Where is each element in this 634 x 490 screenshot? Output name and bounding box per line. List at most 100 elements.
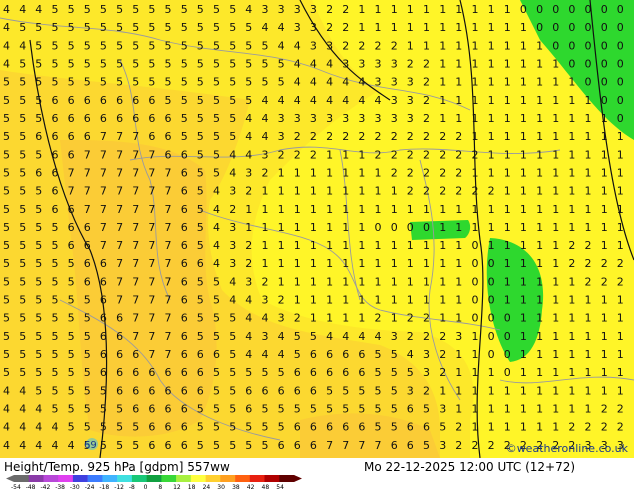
grid-value: 1: [552, 166, 559, 179]
grid-value: 5: [3, 166, 10, 179]
grid-value: 6: [68, 112, 75, 125]
grid-value: 2: [617, 403, 624, 416]
grid-value: 2: [585, 257, 592, 270]
grid-value: 5: [19, 366, 26, 379]
grid-value: 5: [229, 76, 236, 89]
grid-value: 5: [213, 94, 220, 107]
map-canvas: 4 4 4 5 5 5 5 5 5 5 5 5 5 5 5 4 3 3 3 3 2 2 1 1 1 1 1 1 1 1 1 1 0 0 0 0 0 0 04…: [0, 0, 634, 458]
grid-value: 1: [358, 239, 365, 252]
grid-value: 2: [423, 58, 430, 71]
grid-value: 1: [536, 275, 543, 288]
grid-value: 2: [245, 257, 252, 270]
grid-value: 5: [181, 39, 188, 52]
scale-right-arrow-icon: [294, 475, 302, 482]
grid-value: 4: [326, 330, 333, 343]
grid-value: 1: [294, 257, 301, 270]
grid-value: 4: [278, 39, 285, 52]
grid-value: 6: [148, 421, 155, 434]
grid-value: 1: [358, 203, 365, 216]
grid-value: 1: [472, 130, 479, 143]
grid-value: 2: [229, 203, 236, 216]
grid-value: 1: [552, 58, 559, 71]
grid-value: 7: [165, 348, 172, 361]
grid-value: 6: [294, 384, 301, 397]
grid-value: 1: [375, 185, 382, 198]
grid-value: 1: [439, 21, 446, 34]
grid-value: 1: [568, 330, 575, 343]
grid-value: 5: [19, 312, 26, 325]
grid-value: 1: [552, 239, 559, 252]
scale-swatch: [131, 475, 147, 482]
grid-value: 6: [68, 203, 75, 216]
grid-value: 6: [181, 185, 188, 198]
grid-value: 5: [213, 39, 220, 52]
grid-value: 6: [181, 257, 188, 270]
grid-value: 4: [52, 439, 59, 452]
grid-value: 7: [165, 239, 172, 252]
grid-value: 5: [19, 275, 26, 288]
grid-value: 7: [132, 330, 139, 343]
grid-value: 1: [391, 294, 398, 307]
grid-value: 1: [310, 312, 317, 325]
grid-value: 1: [472, 348, 479, 361]
grid-value: 7: [116, 275, 123, 288]
grid-value: 1: [520, 384, 527, 397]
grid-value: 2: [601, 275, 608, 288]
grid-value: 1: [455, 21, 462, 34]
grid-value: 1: [585, 112, 592, 125]
grid-value: 1: [342, 203, 349, 216]
grid-value: 5: [197, 166, 204, 179]
grid-value: 1: [504, 421, 511, 434]
grid-value: 1: [488, 130, 495, 143]
grid-value: 1: [520, 130, 527, 143]
grid-value: 0: [488, 257, 495, 270]
grid-value: 1: [423, 275, 430, 288]
grid-value: 5: [19, 294, 26, 307]
grid-value: 1: [536, 148, 543, 161]
grid-value: 1: [310, 294, 317, 307]
grid-value: 1: [455, 239, 462, 252]
grid-value: 2: [358, 130, 365, 143]
grid-value: 6: [181, 203, 188, 216]
grid-value: 5: [197, 421, 204, 434]
grid-value: 5: [68, 294, 75, 307]
grid-value: 4: [68, 439, 75, 452]
grid-value: 6: [100, 257, 107, 270]
grid-value: 1: [439, 39, 446, 52]
grid-value: 1: [488, 166, 495, 179]
grid-value: 4: [342, 94, 349, 107]
grid-value: 1: [455, 76, 462, 89]
grid-value: 6: [181, 148, 188, 161]
grid-value: 4: [229, 275, 236, 288]
grid-value: 5: [132, 421, 139, 434]
grid-value: 5: [165, 94, 172, 107]
grid-value: 6: [181, 421, 188, 434]
grid-value: 1: [278, 257, 285, 270]
grid-value: 2: [585, 275, 592, 288]
grid-value: 2: [568, 239, 575, 252]
grid-value: 3: [229, 221, 236, 234]
grid-value: 5: [229, 439, 236, 452]
grid-value: 2: [407, 58, 414, 71]
grid-value: 1: [520, 148, 527, 161]
grid-value: 6: [407, 439, 414, 452]
grid-value: 0: [472, 257, 479, 270]
credit-link[interactable]: ©weatheronline.co.uk: [506, 442, 628, 455]
grid-value: 1: [504, 130, 511, 143]
grid-value: 1: [407, 257, 414, 270]
grid-value: 2: [407, 312, 414, 325]
grid-value: 1: [568, 403, 575, 416]
grid-value: 5: [165, 39, 172, 52]
grid-value: 1: [504, 203, 511, 216]
grid-value: 1: [585, 221, 592, 234]
grid-value: 5: [68, 3, 75, 16]
grid-value: 1: [488, 58, 495, 71]
grid-value: 5: [262, 76, 269, 89]
grid-value: 5: [3, 275, 10, 288]
grid-value: 7: [132, 166, 139, 179]
scale-swatch: [264, 475, 280, 482]
grid-value: 1: [601, 221, 608, 234]
grid-value: 2: [617, 421, 624, 434]
grid-value: 5: [84, 294, 91, 307]
grid-value: 5: [197, 148, 204, 161]
